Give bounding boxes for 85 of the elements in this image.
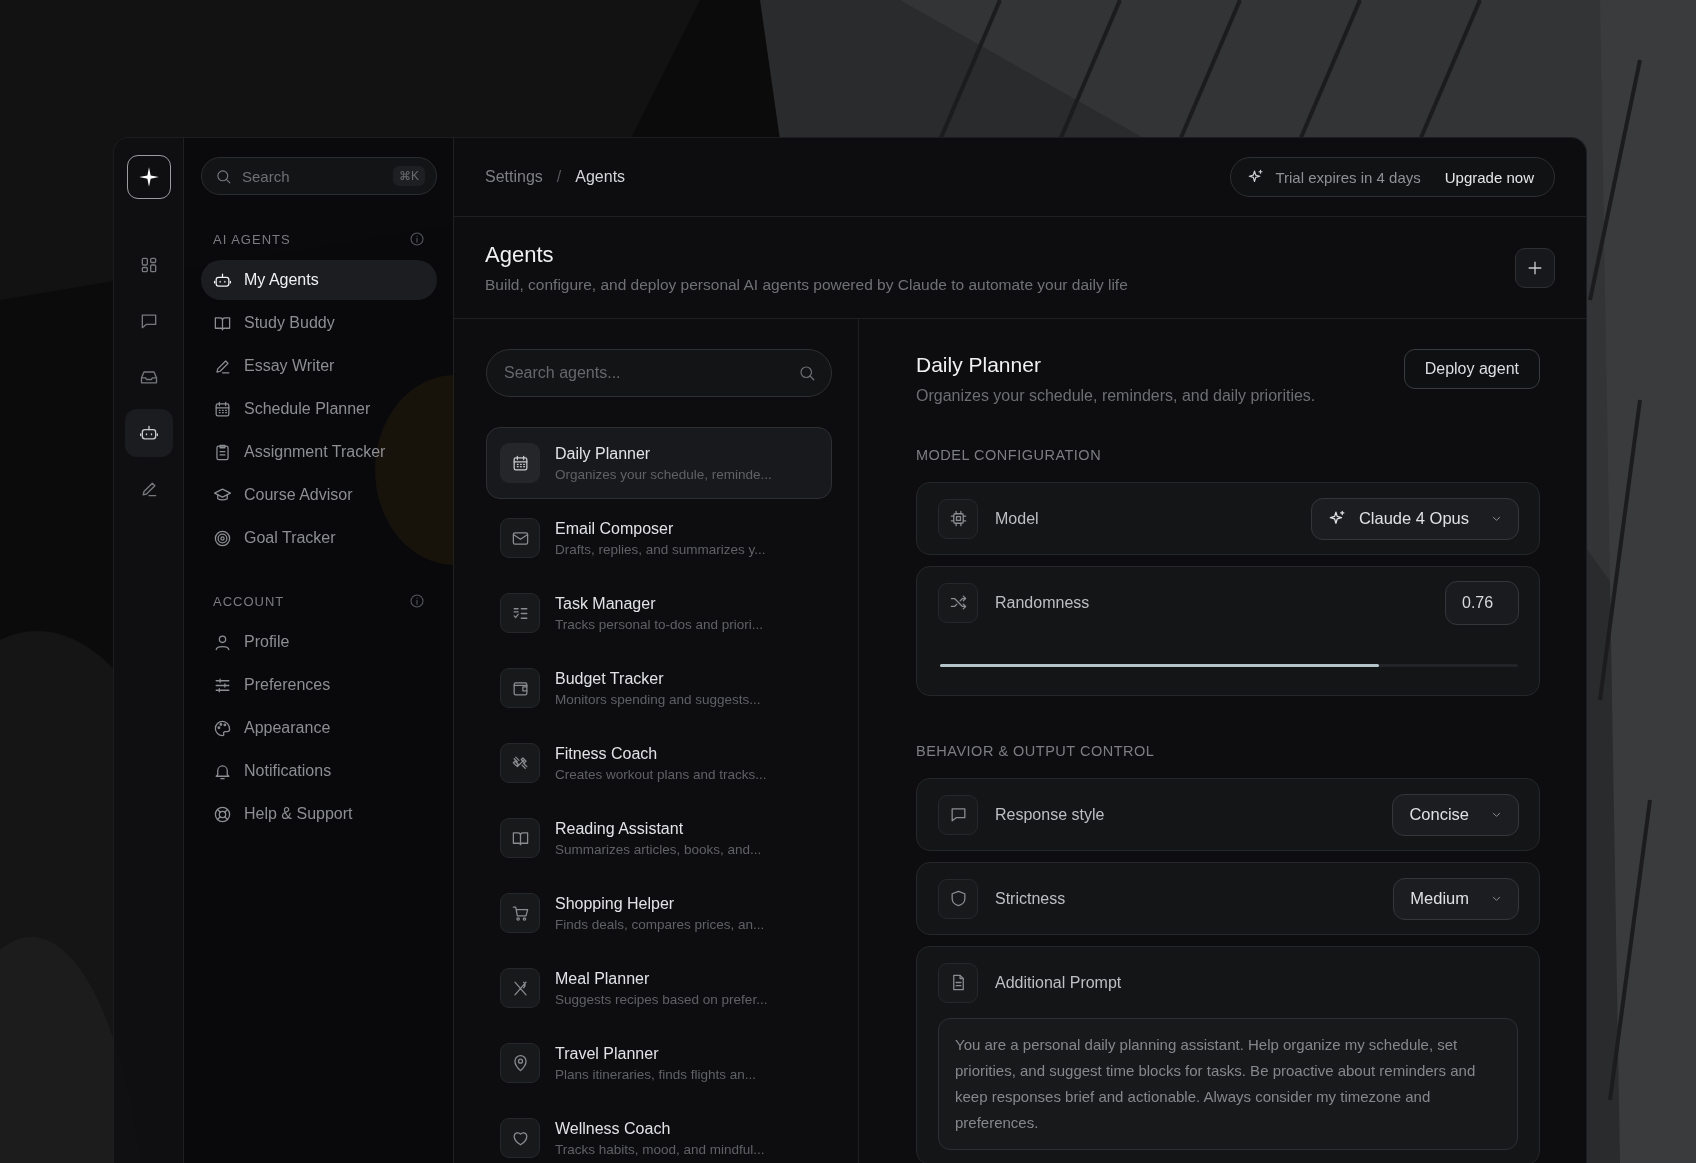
agent-name: Task Manager [555, 594, 657, 613]
shortcut-badge: ⌘K [393, 166, 425, 186]
sidebar-item[interactable]: Assignment Tracker [201, 432, 437, 472]
sidebar-item[interactable]: Course Advisor [201, 475, 437, 515]
sidebar-item[interactable]: Essay Writer [201, 346, 437, 386]
app-logo[interactable] [126, 155, 171, 199]
robot-icon [138, 423, 159, 443]
agent-name: Fitness Coach [555, 744, 659, 763]
value-field[interactable]: 0.76 [1445, 580, 1519, 625]
agent-item[interactable]: Meal Planner Suggests recipes based on prefer... [486, 952, 832, 1024]
trial-text: Trial expires in 4 days [1275, 168, 1421, 186]
chip-icon [948, 509, 968, 528]
agent-description: Tracks personal to-dos and priori... [555, 616, 764, 632]
slider-fill[interactable] [940, 664, 1380, 667]
agent-description: Creates workout plans and tracks... [555, 766, 767, 782]
sidebar-item[interactable]: Preferences [201, 665, 437, 705]
agent-item[interactable]: Daily Planner Organizes your schedule, reminde... [486, 427, 832, 499]
agent-item[interactable]: Travel Planner Plans itineraries, finds flights an... [486, 1027, 832, 1099]
agent-item[interactable]: Reading Assistant Summarizes articles, books, and... [486, 802, 832, 874]
section-title: ACCOUNT [213, 593, 285, 609]
setting-label: Additional Prompt [995, 973, 1123, 992]
agent-name: Email Composer [555, 519, 675, 538]
add-button[interactable] [1515, 247, 1555, 288]
agent-name: Reading Assistant [555, 819, 685, 838]
sidebar-item[interactable]: Notifications [201, 751, 437, 791]
agent-item[interactable]: Wellness Coach Tracks habits, mood, and mindful... [486, 1102, 832, 1163]
deploy-button[interactable]: Deploy agent [1403, 349, 1540, 389]
target-icon [213, 528, 232, 548]
agent-description: Organizes your schedule, reminde... [555, 466, 772, 482]
sidebar-item[interactable]: Profile [201, 622, 437, 662]
agent-description: Summarizes articles, books, and... [555, 841, 762, 857]
dropdown[interactable]: Claude 4 Opus [1310, 497, 1519, 540]
upgrade-link[interactable]: Upgrade now [1444, 168, 1534, 186]
sidebar-item[interactable]: Schedule Planner [201, 389, 437, 429]
breadcrumb-separator: / [556, 168, 562, 186]
agent-name: Meal Planner [555, 969, 651, 988]
calendar-icon [213, 399, 232, 419]
agent-description: Plans itineraries, finds flights an... [555, 1066, 757, 1082]
setting-label: Model [995, 509, 1040, 528]
sidebar-item[interactable]: Appearance [201, 708, 437, 748]
setting-label: Randomness [995, 593, 1091, 612]
sidebar-item[interactable]: Goal Tracker [201, 518, 437, 558]
agent-description: Finds deals, compares prices, an... [555, 916, 765, 932]
sidebar-item[interactable]: Help & Support [201, 794, 437, 834]
agent-name: Budget Tracker [555, 669, 665, 688]
agent-description: Drafts, replies, and summarizes y... [555, 541, 766, 557]
agent-item[interactable]: Budget Tracker Monitors spending and suggests... [486, 652, 832, 724]
search-icon [798, 364, 816, 382]
palette-icon [213, 718, 232, 738]
sidebar-item[interactable]: Study Buddy [201, 303, 437, 343]
agent-title: Daily Planner [916, 353, 1042, 377]
agent-name: Daily Planner [555, 444, 652, 463]
agent-item[interactable]: Fitness Coach Creates workout plans and tracks... [486, 727, 832, 799]
agent-description: Monitors spending and suggests... [555, 691, 761, 707]
agent-description: Organizes your schedule, reminders, and daily priorities. [916, 387, 1316, 405]
page-subtitle: Build, configure, and deploy personal AI agents powered by Claude to automate your daily life [485, 275, 1128, 294]
agent-item[interactable]: Shopping Helper Finds deals, compares prices, an... [486, 877, 832, 949]
section-title: BEHAVIOR & OUTPUT CONTROL [916, 743, 1156, 759]
agent-name: Shopping Helper [555, 894, 676, 913]
breadcrumb-link[interactable]: Settings [485, 168, 543, 186]
breadcrumb-link[interactable]: Agents [575, 168, 626, 186]
clipboard-icon [213, 442, 232, 462]
info-icon [409, 231, 425, 247]
prompt-textarea[interactable]: You are a personal daily planning assistant. Help organize my schedule, set priorities, and suggest time blocks for tasks. Be proactive about reminders and keep responses brief and actionable. Always consider my timezone and preferences. [938, 1018, 1518, 1150]
lifebuoy-icon [213, 804, 232, 824]
rail-button[interactable] [124, 409, 173, 457]
setting-label: Strictness [995, 889, 1067, 908]
agent-description: Suggests recipes based on prefer... [555, 991, 768, 1007]
setting-label: Response style [995, 805, 1106, 824]
page-title: Agents [485, 241, 555, 268]
agent-item[interactable]: Email Composer Drafts, replies, and summarizes y... [486, 502, 832, 574]
section-title: AI AGENTS [213, 231, 291, 247]
sidebar-item[interactable]: My Agents [201, 260, 437, 300]
slider-track[interactable] [940, 664, 1518, 667]
search-field[interactable]: Search agents... [486, 349, 832, 397]
agent-description: Tracks habits, mood, and mindful... [555, 1141, 765, 1157]
info-icon [409, 593, 425, 609]
section-title: MODEL CONFIGURATION [916, 447, 1103, 463]
dropdown[interactable]: Concise [1392, 793, 1519, 836]
search-icon [215, 168, 232, 185]
agent-name: Travel Planner [555, 1044, 660, 1063]
shuffle-icon [948, 593, 968, 612]
dropdown[interactable]: Medium [1393, 877, 1519, 920]
agent-item[interactable]: Task Manager Tracks personal to-dos and priori... [486, 577, 832, 649]
agent-name: Wellness Coach [555, 1119, 672, 1138]
